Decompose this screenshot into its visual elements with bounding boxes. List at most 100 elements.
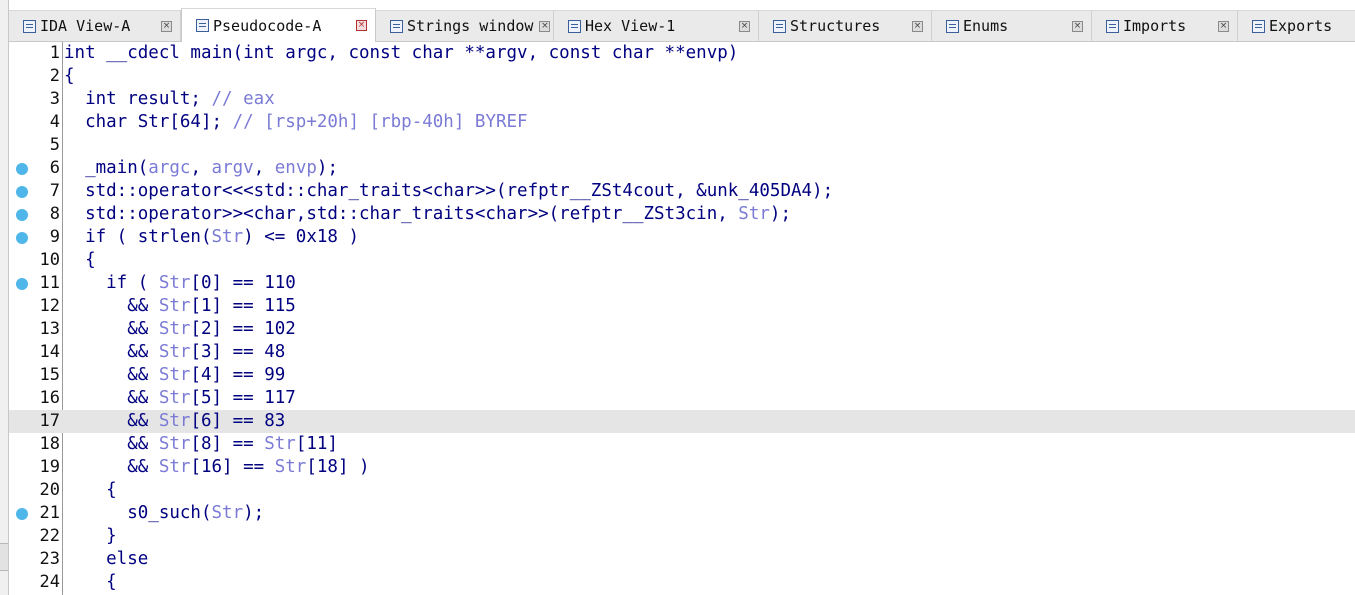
code-line[interactable]: 11 if ( Str[0] == 110 (9, 272, 1355, 295)
code-variable: Str (211, 227, 244, 247)
line-number: 5 (49, 135, 60, 155)
hex-view-icon (568, 19, 581, 33)
code-line[interactable]: 9 if ( strlen(Str) <= 0x18 ) (9, 226, 1355, 249)
code-text: && Str[1] == 115 (64, 295, 296, 318)
code-text: && Str[6] == 83 (64, 410, 285, 433)
tab-strings-window[interactable]: Strings window × (376, 10, 554, 41)
line-number: 3 (49, 89, 60, 109)
code-token: ); (316, 158, 338, 178)
code-token: [11] (295, 434, 338, 454)
code-token: [6] == 83 (190, 411, 286, 431)
code-line[interactable]: 5 (9, 134, 1355, 157)
code-text: && Str[16] == Str[18] ) (64, 456, 370, 479)
code-variable: Str (158, 273, 191, 293)
pseudocode-editor[interactable]: 1 int __cdecl main(int argc, const char *… (9, 42, 1355, 595)
close-tab-icon[interactable]: × (1072, 20, 1083, 32)
line-number: 17 (39, 411, 60, 431)
code-variable: Str (158, 319, 191, 339)
code-line[interactable]: 23 else (9, 548, 1355, 571)
code-variable: Str (158, 411, 191, 431)
code-line[interactable]: 15 && Str[4] == 99 (9, 364, 1355, 387)
tab-pseudocode-a[interactable]: Pseudocode-A × (181, 8, 376, 42)
close-tab-icon[interactable]: × (161, 20, 172, 32)
tab-enums[interactable]: Enums × (932, 10, 1092, 41)
code-token: } (64, 526, 117, 546)
code-line[interactable]: 12 && Str[1] == 115 (9, 295, 1355, 318)
code-line[interactable]: 16 && Str[5] == 117 (9, 387, 1355, 410)
code-line[interactable]: 8 std::operator>><char,std::char_traits<… (9, 203, 1355, 226)
code-text: && Str[3] == 48 (64, 341, 285, 364)
tab-hex-view-1[interactable]: Hex View-1 × (554, 10, 759, 41)
code-token: , (253, 158, 275, 178)
tab-exports[interactable]: Exports× (1238, 10, 1355, 41)
code-token: [3] == 48 (190, 342, 286, 362)
code-variable: Str (274, 457, 307, 477)
code-line[interactable]: 4 char Str[64]; // [rsp+20h] [rbp-40h] B… (9, 111, 1355, 134)
code-text: int result; // eax (64, 88, 275, 111)
close-tab-icon[interactable]: × (356, 20, 367, 31)
code-variable: Str (158, 342, 191, 362)
tab-structures[interactable]: Structures × (759, 10, 932, 41)
code-line[interactable]: 14 && Str[3] == 48 (9, 341, 1355, 364)
code-text: std::operator>><char,std::char_traits<ch… (64, 203, 791, 226)
code-token: [16] == (190, 457, 275, 477)
code-line[interactable]: 13 && Str[2] == 102 (9, 318, 1355, 341)
code-line[interactable]: 7 std::operator<<<std::char_traits<char>… (9, 180, 1355, 203)
code-line[interactable]: 2{ (9, 65, 1355, 88)
line-number: 2 (49, 66, 60, 86)
code-token: && (64, 319, 159, 339)
code-variable: envp (274, 158, 317, 178)
tab-label: Hex View-1 (585, 17, 676, 35)
strings-icon (390, 19, 403, 33)
code-line[interactable]: 21 s0_such(Str); (9, 502, 1355, 525)
code-token: if ( (64, 273, 159, 293)
code-variable: Str (738, 204, 770, 224)
code-variable: Str (158, 296, 191, 316)
code-line[interactable]: 19 && Str[16] == Str[18] ) (9, 456, 1355, 479)
code-line[interactable]: 1 int __cdecl main(int argc, const char *… (9, 42, 1355, 65)
code-token: { (64, 572, 117, 592)
code-text: } (64, 525, 117, 548)
code-text: && Str[5] == 117 (64, 387, 296, 410)
code-variable: Str (158, 365, 191, 385)
code-line[interactable]: 24 { (9, 571, 1355, 594)
code-variable: Str (211, 503, 244, 523)
close-tab-icon[interactable]: × (1218, 20, 1229, 32)
line-number: 7 (49, 181, 60, 201)
code-token: s0_such( (64, 503, 212, 523)
code-token: [18] ) (306, 457, 370, 477)
code-line[interactable]: 10 { (9, 249, 1355, 272)
code-token: [2] == 102 (190, 319, 296, 339)
code-line[interactable]: 18 && Str[8] == Str[11] (9, 433, 1355, 456)
code-line[interactable]: 20 { (9, 479, 1355, 502)
code-token: [0] == 110 (190, 273, 296, 293)
code-token: [5] == 117 (190, 388, 296, 408)
code-text: { (64, 65, 75, 88)
close-tab-icon[interactable]: × (912, 20, 923, 32)
code-text: && Str[2] == 102 (64, 318, 296, 341)
close-tab-icon[interactable]: × (739, 20, 750, 32)
code-line[interactable]: 3 int result; // eax (9, 88, 1355, 111)
line-number: 11 (39, 273, 60, 293)
line-number: 6 (49, 158, 60, 178)
code-comment: // [rsp+20h] [rbp-40h] BYREF (232, 112, 528, 132)
code-text: s0_such(Str); (64, 502, 264, 525)
tab-ida-view-a[interactable]: IDA View-A × (9, 10, 181, 41)
line-number: 13 (39, 319, 60, 339)
code-line[interactable]: 22 } (9, 525, 1355, 548)
tab-imports[interactable]: Imports × (1092, 10, 1238, 41)
code-token: && (64, 388, 159, 408)
code-line[interactable]: 17 && Str[6] == 83 (9, 410, 1355, 433)
tab-label: Structures (790, 17, 881, 35)
code-text: _main(argc, argv, envp); (64, 157, 338, 180)
code-token: [4] == 99 (190, 365, 286, 385)
code-token: int __cdecl main(int argc, const char **… (64, 43, 739, 63)
code-token: char Str[64]; (64, 112, 233, 132)
code-token: && (64, 457, 159, 477)
ida-view-icon (23, 19, 36, 33)
code-line[interactable]: 6 _main(argc, argv, envp); (9, 157, 1355, 180)
close-tab-icon[interactable]: × (539, 20, 551, 32)
line-number: 14 (39, 342, 60, 362)
panel-splitter-handle[interactable] (0, 543, 8, 571)
code-token: , (190, 158, 212, 178)
